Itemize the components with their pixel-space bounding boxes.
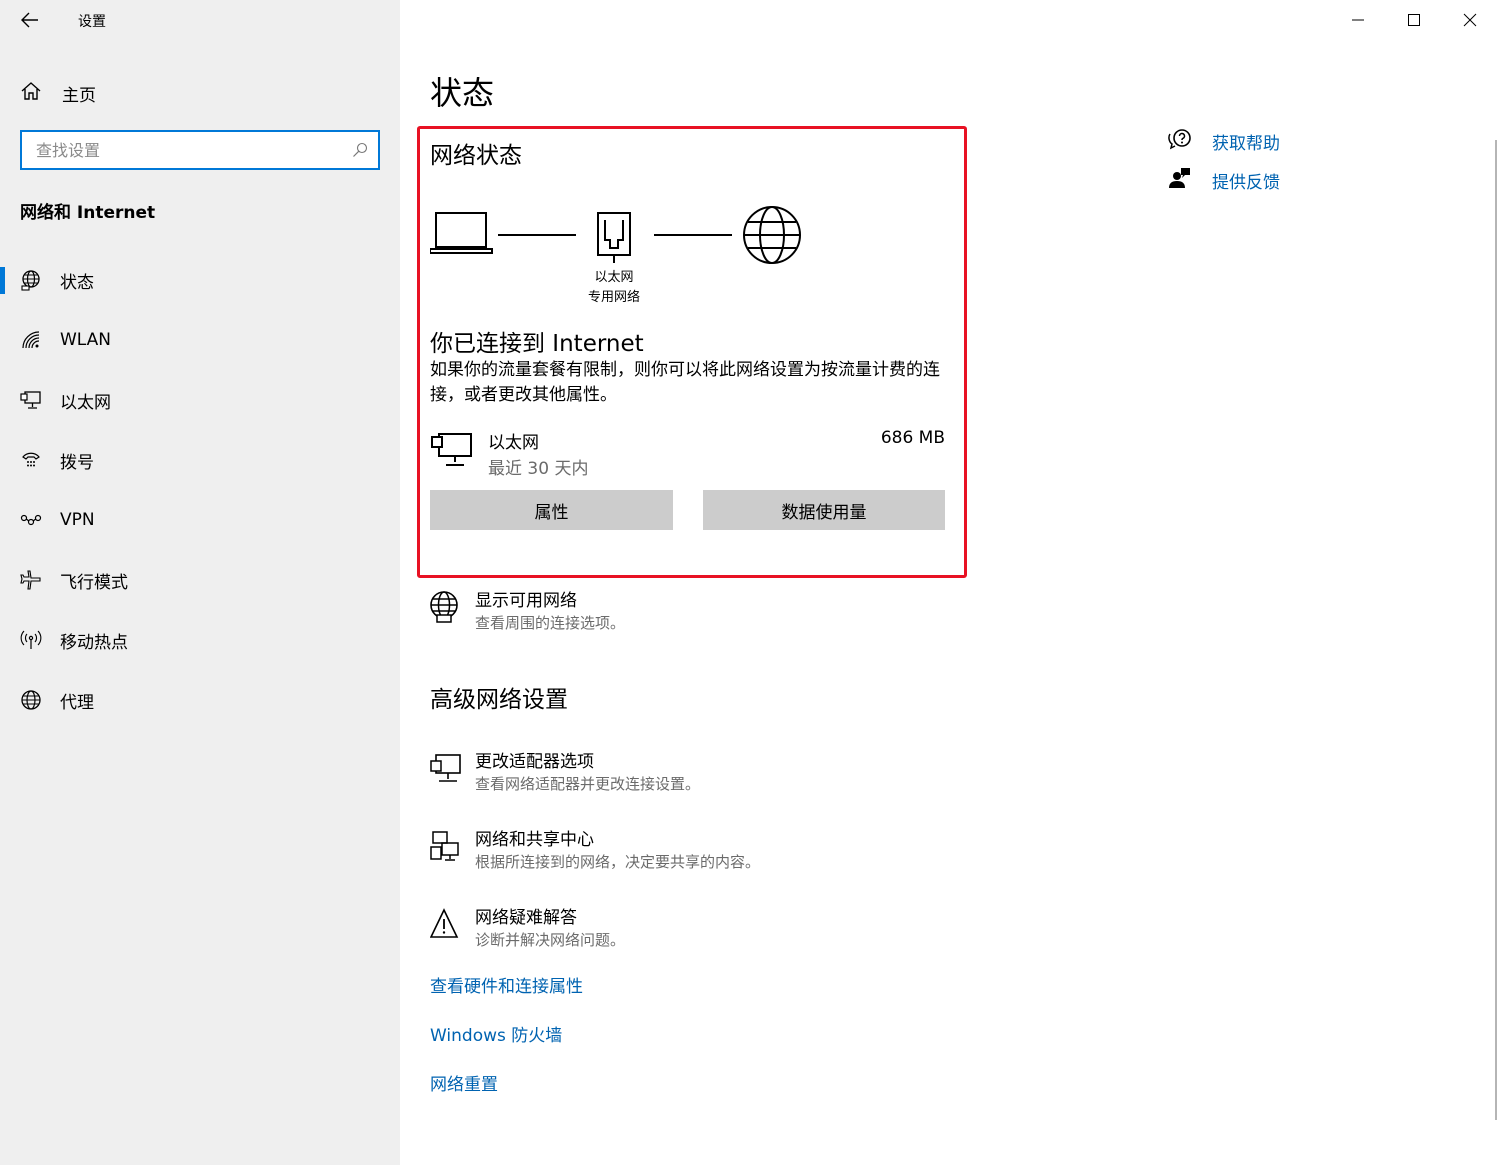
- option-subtitle: 根据所连接到的网络，决定要共享的内容。: [475, 853, 761, 871]
- feedback-link[interactable]: 提供反馈: [1168, 167, 1280, 193]
- sidebar-item-status[interactable]: 状态: [0, 250, 400, 310]
- troubleshoot-option[interactable]: 网络疑难解答 诊断并解决网络问题。: [429, 907, 626, 951]
- home-icon: [20, 80, 42, 106]
- adapter-period: 最近 30 天内: [488, 459, 589, 479]
- network-type-label: 专用网络: [587, 290, 640, 305]
- dialup-icon: [20, 449, 42, 471]
- sidebar-nav: 状态 WLAN 以太网 拨号 VPN 飞行模式 移动热点 代理: [0, 250, 400, 730]
- sidebar-item-ethernet[interactable]: 以太网: [0, 370, 400, 430]
- sidebar-item-hotspot[interactable]: 移动热点: [0, 610, 400, 670]
- option-title: 网络疑难解答: [475, 908, 577, 928]
- sidebar-item-label: 以太网: [60, 392, 111, 413]
- search-icon[interactable]: [352, 142, 368, 162]
- sidebar-item-label: 拨号: [60, 452, 94, 473]
- sidebar-item-airplane[interactable]: 飞行模式: [0, 550, 400, 610]
- sidebar-item-home[interactable]: 主页: [20, 80, 96, 106]
- sidebar: 设置 主页 网络和 Internet 状态 WLAN: [0, 0, 400, 1165]
- sidebar-item-proxy[interactable]: 代理: [0, 670, 400, 730]
- change-adapter-option[interactable]: 更改适配器选项 查看网络适配器并更改连接设置。: [430, 751, 700, 795]
- sidebar-item-label: VPN: [60, 510, 95, 530]
- option-subtitle: 诊断并解决网络问题。: [475, 931, 626, 949]
- laptop-icon: [430, 212, 493, 254]
- close-icon: [1463, 13, 1477, 27]
- advanced-settings-title: 高级网络设置: [430, 687, 568, 713]
- section-title: 网络和 Internet: [20, 203, 156, 223]
- minimize-button[interactable]: [1330, 0, 1386, 40]
- scrollbar[interactable]: [1495, 140, 1497, 1120]
- connection-description: 如果你的流量套餐有限制，则你可以将此网络设置为按流量计费的连接，或者更改其他属性…: [430, 360, 940, 405]
- back-arrow-icon[interactable]: [18, 8, 42, 32]
- globe-network-icon: [430, 590, 462, 626]
- airplane-icon: [20, 569, 42, 591]
- sidebar-item-label: 状态: [60, 272, 94, 293]
- close-button[interactable]: [1442, 0, 1498, 40]
- sidebar-item-dialup[interactable]: 拨号: [0, 430, 400, 490]
- adapter-name: 以太网: [488, 433, 539, 453]
- connection-status-title: 你已连接到 Internet: [430, 331, 644, 357]
- maximize-icon: [1408, 14, 1420, 26]
- page-title: 状态: [430, 74, 495, 112]
- get-help-label: 获取帮助: [1212, 133, 1280, 154]
- app-title: 设置: [78, 14, 106, 30]
- sharing-center-icon: [430, 829, 462, 865]
- sharing-center-option[interactable]: 网络和共享中心 根据所连接到的网络，决定要共享的内容。: [430, 829, 760, 873]
- network-status-title: 网络状态: [430, 143, 522, 169]
- maximize-button[interactable]: [1386, 0, 1442, 40]
- sidebar-item-label: 代理: [60, 692, 94, 713]
- hardware-properties-link[interactable]: 查看硬件和连接属性: [430, 972, 583, 997]
- show-networks-subtitle: 查看周围的连接选项。: [475, 614, 626, 632]
- globe-icon: [20, 689, 42, 711]
- option-title: 更改适配器选项: [475, 752, 594, 772]
- windows-firewall-link[interactable]: Windows 防火墙: [430, 1021, 562, 1046]
- sidebar-item-vpn[interactable]: VPN: [0, 490, 400, 550]
- internet-globe-icon: [743, 206, 801, 264]
- feedback-label: 提供反馈: [1212, 172, 1280, 193]
- get-help-link[interactable]: 获取帮助: [1168, 128, 1280, 154]
- hotspot-icon: [20, 629, 42, 651]
- option-title: 网络和共享中心: [475, 830, 594, 850]
- ethernet-adapter-icon: [430, 430, 474, 472]
- feedback-person-icon: [1168, 167, 1192, 193]
- sidebar-item-label: WLAN: [60, 330, 112, 350]
- ethernet-port-icon: [597, 212, 631, 263]
- network-diagram: 以太网 专用网络: [430, 200, 810, 310]
- data-usage-button[interactable]: 数据使用量: [703, 490, 945, 530]
- warning-icon: [429, 907, 462, 943]
- ethernet-icon: [20, 389, 42, 411]
- search-box[interactable]: [20, 130, 380, 170]
- sidebar-item-wlan[interactable]: WLAN: [0, 310, 400, 370]
- globe-status-icon: [20, 269, 42, 291]
- help-chat-icon: [1168, 128, 1192, 154]
- sidebar-item-label: 移动热点: [60, 632, 128, 653]
- network-reset-link[interactable]: 网络重置: [430, 1070, 498, 1095]
- search-input[interactable]: [22, 132, 332, 168]
- minimize-icon: [1352, 19, 1364, 21]
- home-label: 主页: [62, 85, 96, 106]
- properties-button[interactable]: 属性: [430, 490, 673, 530]
- show-networks-title: 显示可用网络: [475, 591, 577, 611]
- show-networks-option[interactable]: 显示可用网络 查看周围的连接选项。: [430, 590, 625, 634]
- adapter-monitor-icon: [430, 751, 462, 787]
- option-subtitle: 查看网络适配器并更改连接设置。: [475, 775, 701, 793]
- wifi-icon: [20, 329, 42, 351]
- adapter-data-usage: 686 MB: [880, 428, 945, 448]
- adapter-label: 以太网: [594, 270, 634, 285]
- sidebar-item-label: 飞行模式: [60, 572, 128, 593]
- vpn-icon: [20, 509, 42, 531]
